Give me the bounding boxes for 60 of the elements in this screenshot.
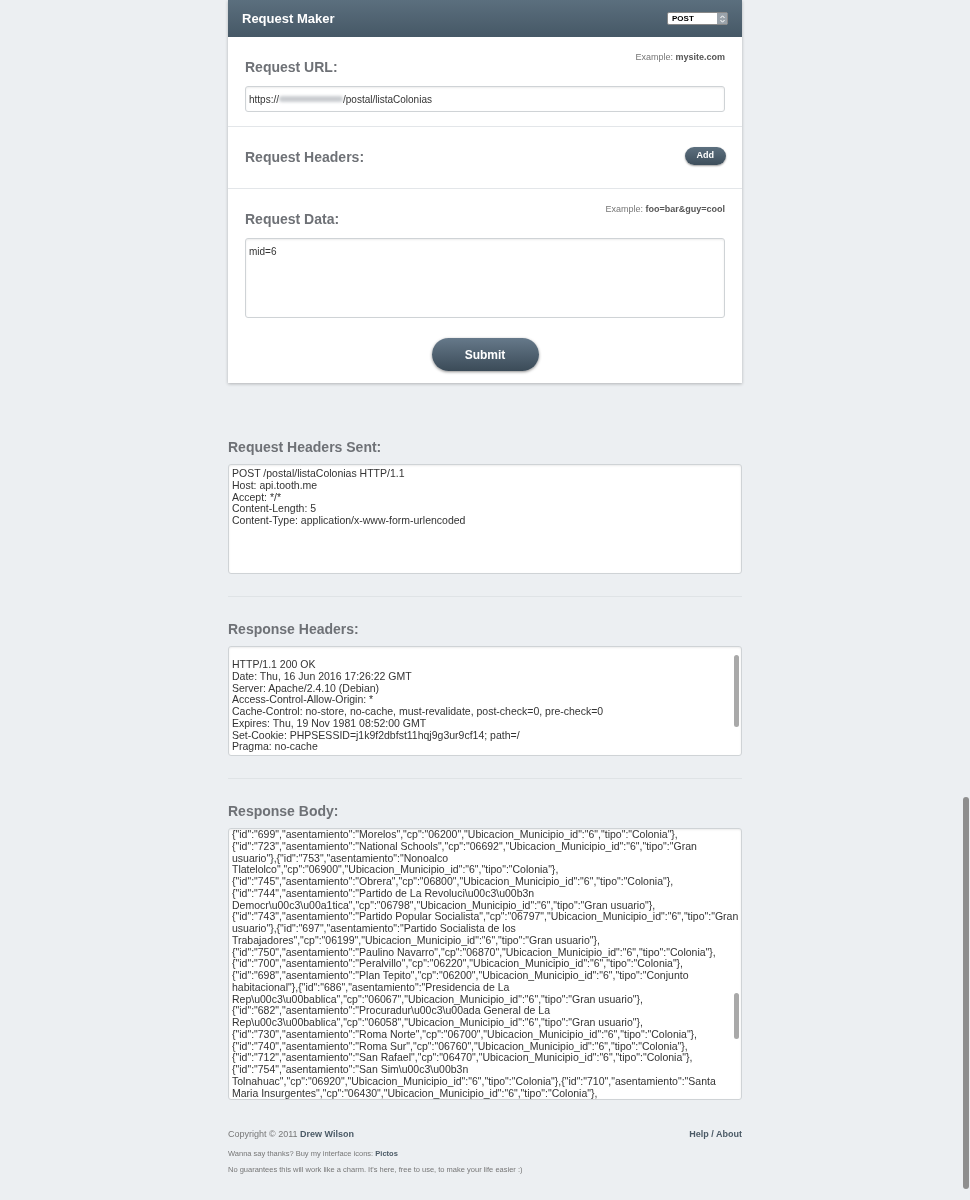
text-line: {"id":"700","asentamiento":"Peralvillo","cp":"06220","Ubicacion_Municipio_id":"6","tipo":"Colonia"}, xyxy=(232,958,684,970)
text-line: usuario"},{"id":"753","asentamiento":"Nonoalco xyxy=(232,852,449,865)
example-hint: Example: foo=bar&guy=cool xyxy=(605,203,725,216)
page-scrollbar[interactable] xyxy=(963,797,969,1189)
text-line: Rep\u00c3\u00bablica","cp":"06067","Ubicacion_Municipio_id":"6","tipo":"Gran usuario"}, xyxy=(232,993,644,1006)
text-line: Server: Apache/2.4.10 (Debian) xyxy=(232,682,381,695)
text-line: {"id":"682","asentamiento":"Procuradur\u00c3\u00ada General de La xyxy=(232,1005,550,1017)
help-link[interactable]: Help / About xyxy=(689,1128,742,1142)
text-line: Date: Thu, 16 Jun 2016 17:26:22 GMT xyxy=(232,670,413,683)
text-line: {"id":"699","asentamiento":"Morelos","cp":"06200","Ubicacion_Municipio_id":"6","tipo":"Colonia"}, xyxy=(232,829,679,841)
output-box[interactable] xyxy=(228,646,742,756)
section-label: Response Body: xyxy=(228,802,340,821)
output-box[interactable] xyxy=(228,828,742,1100)
app-title: Request Maker xyxy=(242,9,335,28)
text-line: Set-Cookie: PHPSESSID=j1k9f2dbfst11hqj9g3ur9cf14; path=/ xyxy=(232,729,521,742)
text-line: habitacional"},{"id":"686","asentamiento":"Presidencia de La xyxy=(232,981,510,994)
example-hint: Example: mysite.com xyxy=(635,51,725,64)
text-line: Cache-Control: no-store, no-cache, must-revalidate, post-check=0, pre-check=0 xyxy=(232,706,605,718)
text-line: {"id":"698","asentamiento":"Plan Tepito","cp":"06200","Ubicacion_Municipio_id":"6","tipo":"Conjunto xyxy=(232,970,690,982)
add-button[interactable]: Add xyxy=(684,147,726,165)
text-line: POST /postal/listaColonias HTTP/1.1 xyxy=(232,468,406,480)
text-line: {"id":"723","asentamiento":"National Schools","cp":"06692","Ubicacion_Municipio_id":"6","tipo":"Gran xyxy=(232,840,698,853)
section-label: Request Headers Sent: xyxy=(228,438,383,457)
method-select[interactable]: POST xyxy=(667,12,728,25)
section-label: Request Data: xyxy=(245,210,340,229)
text-line: HTTP/1.1 200 OK xyxy=(232,659,317,671)
text-line: Maria Insurgentes","cp":"06430","Ubicacion_Municipio_id":"6","tipo":"Colonia"}, xyxy=(232,1087,598,1099)
text-line: Content-Length: 5 xyxy=(232,503,318,515)
text-line: Democr\u00c3\u00a1tica","cp":"06798","Ubicacion_Municipio_id":"6","tipo":"Gran usuario"}, xyxy=(232,899,657,912)
text-line: {"id":"712","asentamiento":"San Rafael","cp":"06470","Ubicacion_Municipio_id":"6","tipo":"Colonia"}, xyxy=(232,1052,694,1064)
text-line: Accept: */* xyxy=(232,491,282,504)
data-field[interactable]: mid=6 xyxy=(245,238,725,318)
text-line: Trabajadores","cp":"06199","Ubicacion_Municipio_id":"6","tipo":"Gran usuario"}, xyxy=(232,934,601,947)
text-line: Pragma: no-cache xyxy=(232,741,318,753)
section-label: Request URL: xyxy=(245,58,338,77)
copyright-text: Copyright © 2011 Drew Wilson xyxy=(228,1128,354,1141)
section-label: Response Headers: xyxy=(228,620,360,639)
submit-button[interactable]: Submit xyxy=(431,338,539,371)
text-line: {"id":"745","asentamiento":"Obrera","cp":"06800","Ubicacion_Municipio_id":"6","tipo":"Colonia"}, xyxy=(232,876,675,888)
text-line: Rep\u00c3\u00bablica","cp":"06058","Ubicacion_Municipio_id":"6","tipo":"Gran usuario"}, xyxy=(232,1017,644,1029)
text-line: Content-Type: application/x-www-form-urlencoded xyxy=(232,515,467,527)
text-line: {"id":"754","asentamiento":"San Sim\u00c3\u00b3n xyxy=(232,1064,470,1076)
text-line: {"id":"743","asentamiento":"Partido Popular Socialista","cp":"06797","Ubicacion_Municipio_id":"6","tipo":"Gran xyxy=(232,911,738,923)
author-link[interactable]: Drew Wilson xyxy=(300,1129,354,1139)
output-box[interactable]: POST /postal/listaColonias HTTP/1.1 Host: api.tooth.me Accept: */* Content-Length: 5 Content-Type: application/x-www-form-urlencoded xyxy=(228,464,742,574)
text-line: usuario"},{"id":"697","asentamiento":"Partido Socialista de los xyxy=(232,923,517,935)
scroll-thumb[interactable] xyxy=(734,655,739,727)
text-line: {"id":"750","asentamiento":"Paulino Navarro","cp":"06870","Ubicacion_Municipio_id":"6","tipo":"Colonia"}, xyxy=(232,946,717,959)
text-line: Access-Control-Allow-Origin: * xyxy=(232,694,374,706)
section-label: Request Headers: xyxy=(245,148,365,167)
text-line: Expires: Thu, 19 Nov 1981 08:52:00 GMT xyxy=(232,717,427,730)
stepper-icon xyxy=(719,14,725,23)
text-line: Host: api.tooth.me xyxy=(232,479,318,492)
text-line: {"id":"730","asentamiento":"Roma Norte","cp":"06700","Ubicacion_Municipio_id":"6","tipo":"Colonia"}, xyxy=(232,1028,699,1041)
scroll-thumb[interactable] xyxy=(734,993,739,1039)
text-line: {"id":"744","asentamiento":"Partido de La Revoluci\u00c3\u00b3n xyxy=(232,887,535,900)
text-line: Tolnahuac","cp":"06920","Ubicacion_Municipio_id":"6","tipo":"Colonia"},{"id":"710","asentamiento":"Santa xyxy=(232,1075,717,1088)
url-field[interactable]: https:// /postal/listaColonias xyxy=(245,86,725,112)
text-line: {"id":"740","asentamiento":"Roma Sur","cp":"06760","Ubicacion_Municipio_id":"6","tipo":"Colonia"}, xyxy=(232,1040,688,1053)
text-line: Tlatelolco","cp":"06900","Ubicacion_Municipio_id":"6","tipo":"Colonia"}, xyxy=(232,864,560,876)
